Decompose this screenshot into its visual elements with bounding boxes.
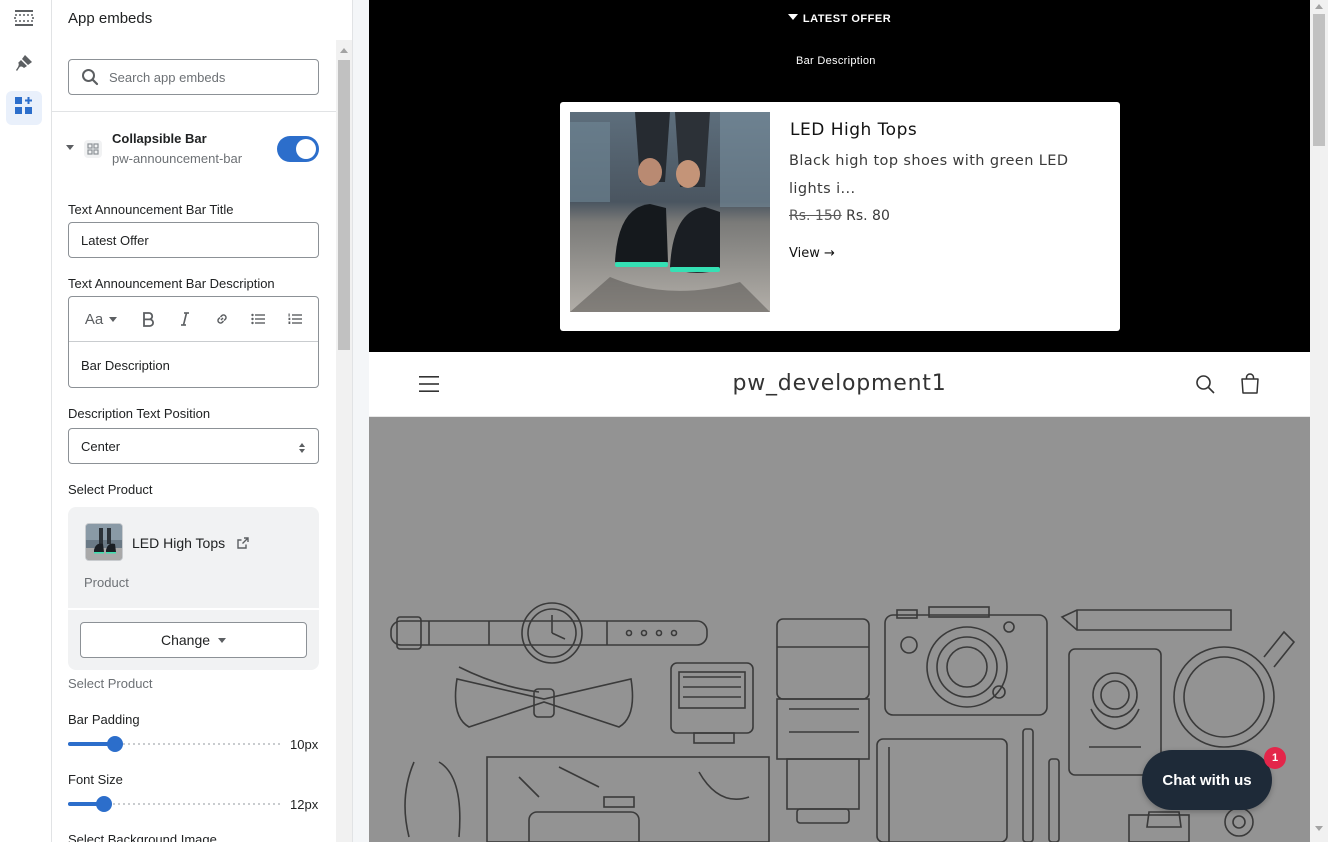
store-name[interactable]: pw_development1 <box>369 371 1310 396</box>
bar-padding-value: 10px <box>290 737 319 752</box>
bullet-list-button[interactable] <box>249 309 267 329</box>
embed-name: Collapsible Bar <box>112 131 207 146</box>
product-thumbnail <box>85 523 123 561</box>
theme-preview: LATEST OFFER Bar Description LED High To… <box>369 0 1310 842</box>
caret-down-icon <box>787 14 798 20</box>
bar-padding-slider[interactable] <box>68 736 282 752</box>
description-editor-text[interactable]: Bar Description <box>81 358 170 373</box>
description-rich-text-editor[interactable]: Aa Bar Description <box>68 296 319 388</box>
search-icon <box>81 68 99 91</box>
sale-price: Rs. 80 <box>846 208 890 224</box>
link-button[interactable] <box>213 309 231 329</box>
external-link-icon <box>237 537 249 549</box>
paint-brush-icon <box>14 53 34 78</box>
italic-icon <box>181 312 189 326</box>
slider-handle[interactable] <box>96 796 112 812</box>
scrollbar-thumb[interactable] <box>338 60 350 350</box>
announcement-bar: LATEST OFFER Bar Description LED High To… <box>369 0 1310 352</box>
rich-text-toolbar: Aa <box>69 297 318 342</box>
panel-gutter <box>352 0 369 842</box>
preview-scrollbar[interactable] <box>1310 0 1328 842</box>
theme-settings-button[interactable] <box>6 48 42 82</box>
chevron-down-icon <box>109 316 118 322</box>
chevron-down-icon <box>218 637 227 643</box>
old-price: Rs. 150 <box>789 208 842 224</box>
scroll-down-arrow-icon[interactable] <box>1315 826 1323 831</box>
embed-handle: pw-announcement-bar <box>112 151 243 166</box>
embed-row-collapsible-bar[interactable]: Collapsible Bar pw-announcement-bar <box>52 124 336 172</box>
text-position-select[interactable]: Center <box>68 428 319 464</box>
app-block-icon <box>84 140 102 158</box>
store-header: pw_development1 <box>369 352 1310 417</box>
position-field-label: Description Text Position <box>68 406 211 421</box>
scrollbar-thumb[interactable] <box>1313 14 1325 146</box>
scroll-up-arrow-icon[interactable] <box>340 48 348 53</box>
description-field-label: Text Announcement Bar Description <box>68 276 275 291</box>
app-embeds-icon <box>14 96 34 121</box>
bar-padding-label: Bar Padding <box>68 712 140 727</box>
text-style-label: Aa <box>84 310 104 328</box>
search-input-placeholder[interactable]: Search app embeds <box>109 70 225 85</box>
sections-button[interactable] <box>6 3 42 37</box>
app-embeds-button[interactable] <box>6 91 42 125</box>
collapse-caret-icon[interactable] <box>66 145 74 150</box>
chat-unread-badge: 1 <box>1264 747 1286 769</box>
announcement-title: LATEST OFFER <box>802 13 892 25</box>
italic-button[interactable] <box>176 309 194 329</box>
announcement-title-input[interactable]: Latest Offer <box>68 222 319 258</box>
embed-enabled-toggle[interactable] <box>277 136 319 162</box>
link-icon <box>217 314 227 324</box>
background-image-label: Select Background Image <box>68 832 217 842</box>
panel-title: App embeds <box>68 10 153 27</box>
announcement-title-toggle[interactable]: LATEST OFFER <box>369 13 1310 25</box>
editor-icon-rail <box>0 0 52 842</box>
numbered-list-icon <box>288 313 302 324</box>
chat-button-label: Chat with us <box>1162 771 1252 789</box>
product-type: Product <box>84 575 129 590</box>
slider-handle[interactable] <box>107 736 123 752</box>
offer-product-image <box>570 112 770 312</box>
view-product-link[interactable]: View → <box>789 246 835 261</box>
select-arrows-icon <box>298 441 306 453</box>
panel-scrollbar[interactable] <box>336 40 352 842</box>
announcement-title-value[interactable]: Latest Offer <box>81 233 149 248</box>
offer-product-name: LED High Tops <box>790 120 918 140</box>
font-size-label: Font Size <box>68 772 123 787</box>
announcement-description: Bar Description <box>790 51 882 71</box>
card-separator <box>68 608 319 610</box>
scroll-up-arrow-icon[interactable] <box>1315 4 1323 9</box>
search-icon[interactable] <box>1195 374 1215 399</box>
search-app-embeds[interactable]: Search app embeds <box>68 59 319 95</box>
change-product-button[interactable]: Change <box>80 622 307 658</box>
select-product-label: Select Product <box>68 482 153 497</box>
offer-price: Rs. 150 Rs. 80 <box>789 208 890 224</box>
chat-with-us-button[interactable]: Chat with us <box>1142 750 1272 810</box>
select-product-helper: Select Product <box>68 676 153 691</box>
sections-icon <box>14 8 34 33</box>
app-embeds-panel: App embeds Search app embeds Collapsible… <box>52 0 336 842</box>
cart-icon[interactable] <box>1239 373 1261 400</box>
numbered-list-button[interactable] <box>286 309 304 329</box>
bullet-list-icon <box>251 313 265 325</box>
title-field-label: Text Announcement Bar Title <box>68 202 234 217</box>
font-size-slider[interactable] <box>68 796 282 812</box>
change-button-label: Change <box>160 632 211 648</box>
toggle-knob <box>296 139 316 159</box>
text-style-button[interactable]: Aa <box>81 309 121 329</box>
offer-product-description: Black high top shoes with green LED ligh… <box>789 153 1069 197</box>
product-name[interactable]: LED High Tops <box>132 535 225 551</box>
bold-icon <box>143 312 154 327</box>
selected-product-card: LED High Tops Product Change <box>68 507 319 670</box>
font-size-value: 12px <box>290 797 319 812</box>
panel-divider <box>52 111 336 112</box>
bold-button[interactable] <box>139 309 157 329</box>
product-name-link[interactable]: LED High Tops <box>132 535 249 551</box>
text-position-value: Center <box>81 439 121 454</box>
offer-product-card: LED High Tops Black high top shoes with … <box>560 102 1120 331</box>
